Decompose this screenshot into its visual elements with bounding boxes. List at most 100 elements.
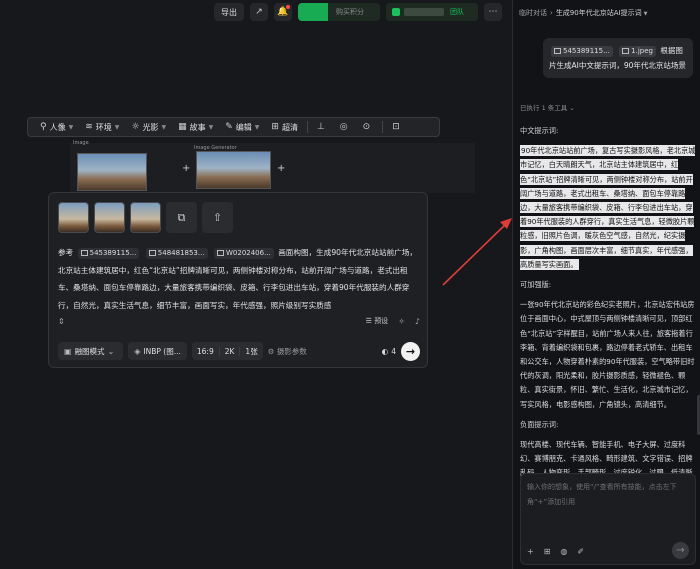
download-icon: ⊙ [362,122,371,132]
prompt-textarea[interactable]: 参考 545389115... 548481853... W0202406...… [58,244,420,312]
expand-icon[interactable]: ⇕ [58,317,65,326]
export-button[interactable]: 导出 [214,3,244,21]
upload-icon: ⇧ [212,211,223,224]
reference-chip[interactable]: 545389115... [77,248,140,259]
section-body: 一张90年代北京站的彩色纪实老照片，北京站宏伟站房位于画面中心，中式屋顶与两侧钟… [520,300,695,409]
landscape-icon: ≋ [85,122,93,132]
mode-label: 融图模式 [74,346,105,356]
credits-pill[interactable]: 购买积分 [298,3,380,21]
generate-send-button[interactable]: → [401,341,420,361]
arrow-right-icon: → [405,344,416,358]
attachment-chip-label: 545389115... [563,47,610,55]
grid-icon[interactable]: ⊞ [544,547,551,556]
breadcrumb: 临时对话 › 生成90年代北京站AI提示词 ▼ [519,8,647,18]
add-node-plus-icon[interactable]: + [182,163,190,174]
model-label: INBP (图... [143,346,181,356]
select-region-icon: ⧉ [177,210,186,224]
generator-node-thumbnail[interactable] [196,151,271,189]
chat-panel: 临时对话 › 生成90年代北京站AI提示词 ▼ 545389115... 1.jpeg… [512,0,700,569]
attachment-chip[interactable]: 545389115... [551,46,613,57]
person-icon: ⚲ [40,122,47,132]
crop-icon: ⊡ [392,122,400,132]
divider [306,121,308,133]
camera-params-label: 摄影参数 [276,346,307,356]
chevron-down-icon[interactable]: ▼ [644,11,648,17]
chevron-down-icon: ▼ [114,123,120,131]
toolbar-item-environment[interactable]: ≋ 环境 ▼ [79,117,125,137]
arrow-right-icon: → [676,545,685,556]
chevron-down-icon: ⌄ [107,346,115,356]
section-heading: 可加强版: [520,280,552,290]
globe-icon[interactable]: ◍ [560,547,567,556]
microphone-icon[interactable]: ♪ [415,317,420,326]
credit-cost: ◐ 4 [382,347,396,356]
resolution-value[interactable]: 2K [220,346,241,356]
breadcrumb-root[interactable]: 临时对话 [519,9,547,17]
team-pill[interactable]: 团队 [386,3,478,21]
toolbar-item-story[interactable]: ▦ 故事 ▼ [172,117,219,137]
pin-icon: ⊥ [316,122,325,132]
team-icon [392,8,400,16]
prompt-tools-row: ⇕ ☰ 预设 ✧ ♪ [58,316,420,326]
breadcrumb-current[interactable]: 生成90年代北京站AI提示词 [556,9,642,17]
chevron-down-icon: ▼ [161,123,167,131]
node-graph: Image Image Generator + + [70,140,475,193]
reference-image-3[interactable] [130,202,161,233]
share-icon[interactable]: ↗ [250,3,268,21]
chat-send-button[interactable]: → [672,542,689,559]
image-icon [148,250,156,256]
attachment-chip-label: 1.jpeg [631,47,653,55]
image-icon [80,250,88,256]
tool-execution-status[interactable]: 已执行 1 条工具 ⌄ [520,102,575,112]
toolbar-label: 编辑 [235,122,252,132]
add-icon[interactable]: + [527,547,534,556]
select-region-button[interactable]: ⧉ [166,202,197,233]
chat-input-tools: + ⊞ ◍ ✐ [527,547,584,556]
reference-image-2[interactable] [94,202,125,233]
image-node-thumbnail[interactable] [77,153,147,191]
team-name-blurred [404,8,444,16]
reference-image-1[interactable] [58,202,89,233]
notification-bell-icon[interactable]: 🔔 [274,3,292,21]
toolbar-item-portrait[interactable]: ⚲ 人像 ▼ [34,117,79,137]
chat-input[interactable]: 输入你的想象，使用“/”查看所有技能，点击左下角“+”添加引用 + ⊞ ◍ ✐ … [520,473,696,565]
toolbar-item-edit[interactable]: ✎ 编辑 ▼ [219,117,265,137]
palette-button[interactable]: ◎ [334,117,357,137]
chevron-down-icon: ⌄ [569,104,575,112]
image-icon [216,250,224,256]
image-node-label: Image [73,140,89,146]
credits-bar [298,3,328,21]
reference-thumbnails: ⧉ ⇧ [58,202,233,233]
camera-icon: ⚙ [267,346,277,356]
add-node-plus-icon[interactable]: + [277,163,285,174]
magic-wand-icon[interactable]: ✧ [398,317,405,326]
toolbar-item-lighting[interactable]: ☼ 光影 ▼ [125,117,172,137]
toolbar-item-hd[interactable]: ⊞ 超清 [265,117,304,137]
film-icon: ▦ [178,122,187,132]
edit-icon: ✎ [225,122,233,132]
reference-chip-label: 545389115... [89,249,137,257]
canvas-area[interactable]: 导出 ↗ 🔔 购买积分 团队 ⋯ ⚲ 人像 ▼ ≋ 环境 ▼ ☼ 光影 ▼ ▦ 故事 ▼ ✎ 编辑… [0,0,512,569]
generation-settings-bar: ▣ 融图模式 ⌄ ◈ INBP (图... 16:9 2K 1张 ⚙ 摄影参数 ◐ 4 … [58,340,420,362]
mode-select[interactable]: ▣ 融图模式 ⌄ [58,342,124,360]
camera-params-button[interactable]: ⚙ 摄影参数 [268,346,307,357]
more-options-button[interactable]: ⋯ [484,3,502,21]
crop-button[interactable]: ⊡ [386,117,409,137]
reference-chip[interactable]: W0202406... [213,248,274,259]
top-bar: 导出 ↗ 🔔 购买积分 团队 ⋯ [214,3,502,21]
model-select[interactable]: ◈ INBP (图... [128,342,187,360]
output-settings-group[interactable]: 16:9 2K 1张 [191,342,263,360]
download-button[interactable]: ⊙ [357,117,380,137]
preset-button[interactable]: ☰ 预设 [366,316,389,326]
brush-icon[interactable]: ✐ [577,547,584,556]
count-value[interactable]: 1张 [240,346,262,357]
pin-button[interactable]: ⊥ [311,117,334,137]
palette-icon: ◎ [339,122,348,132]
upload-button[interactable]: ⇧ [202,202,233,233]
aspect-ratio-value[interactable]: 16:9 [192,346,220,356]
attachment-chip[interactable]: 1.jpeg [619,46,656,57]
chevron-down-icon: ▼ [68,123,74,131]
reference-chip[interactable]: 548481853... [145,248,208,259]
refs-label: 参考 [58,248,74,257]
image-icon [554,48,561,54]
